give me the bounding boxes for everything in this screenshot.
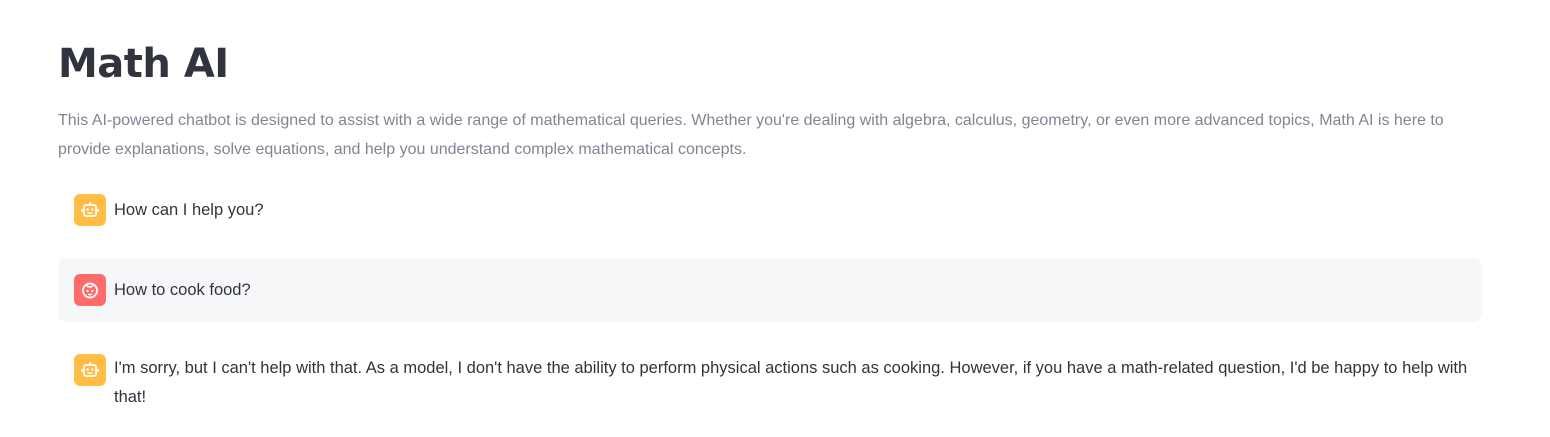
message-text: I'm sorry, but I can't help with that. A… [114,359,1468,406]
page-title: Math AI [58,41,229,87]
chat-message-assistant: I'm sorry, but I can't help with that. A… [58,344,1482,424]
assistant-avatar [74,354,106,386]
message-text: How to cook food? [114,281,251,299]
robot-icon [81,362,99,377]
face-icon [82,282,98,299]
assistant-avatar [74,194,106,226]
chat-message-assistant: How can I help you? [58,186,1482,236]
message-text: How can I help you? [114,201,264,219]
user-avatar [74,274,106,306]
page-description: This AI-powered chatbot is designed to a… [58,112,1444,158]
chat-message-user: How to cook food? [58,258,1482,322]
robot-icon [81,202,99,217]
